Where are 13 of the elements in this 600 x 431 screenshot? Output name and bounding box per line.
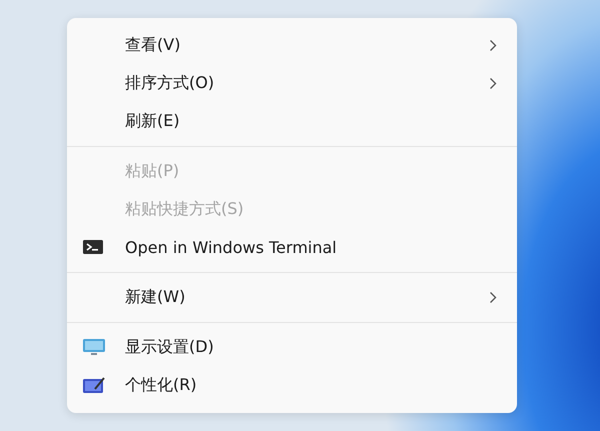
terminal-icon bbox=[83, 239, 103, 255]
menu-item[interactable]: Open in Windows Terminal bbox=[67, 228, 517, 266]
chevron-right-icon bbox=[489, 38, 497, 52]
monitor-icon bbox=[83, 338, 105, 356]
chevron-right-icon bbox=[489, 76, 497, 90]
menu-item[interactable]: 显示设置(D) bbox=[67, 328, 517, 366]
personalize-icon bbox=[83, 376, 105, 394]
menu-item[interactable]: 刷新(E) bbox=[67, 102, 517, 140]
menu-item[interactable]: 排序方式(O) bbox=[67, 64, 517, 102]
chevron-right-icon bbox=[489, 290, 497, 304]
menu-item[interactable]: 新建(W) bbox=[67, 278, 517, 316]
menu-item[interactable]: 查看(V) bbox=[67, 26, 517, 64]
menu-item[interactable]: 个性化(R) bbox=[67, 366, 517, 404]
